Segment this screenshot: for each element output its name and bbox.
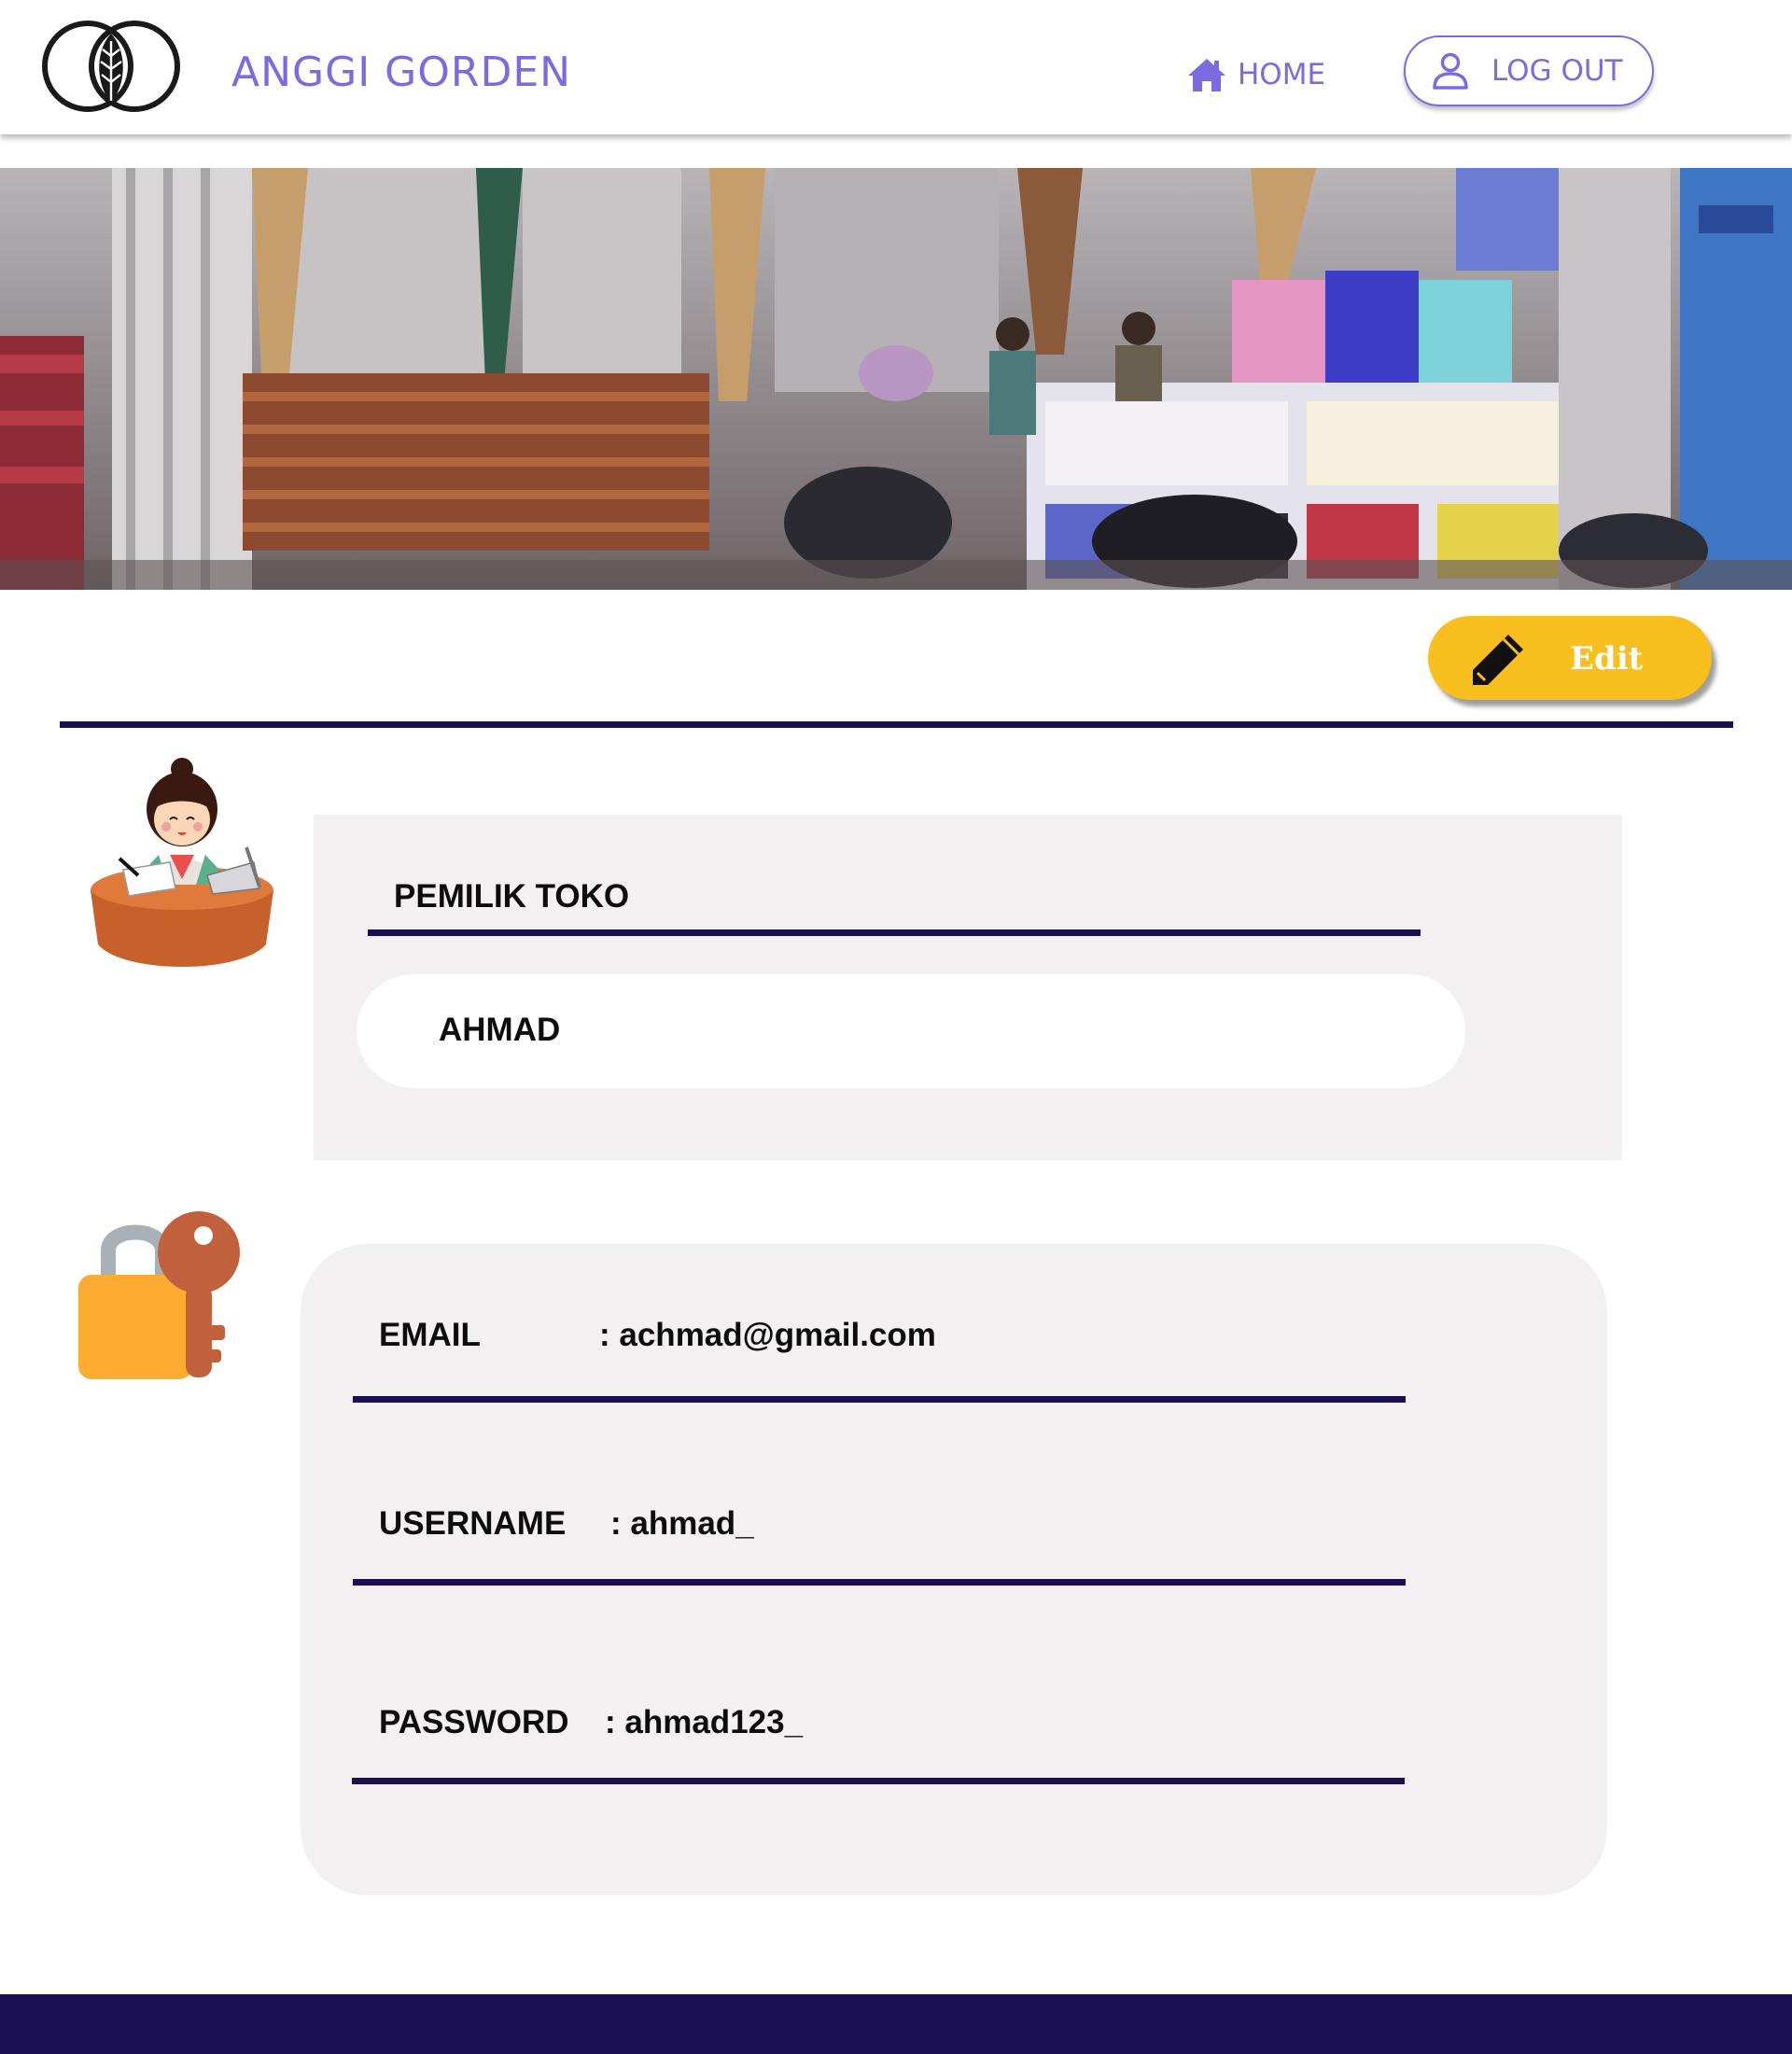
owner-name: AHMAD xyxy=(439,1012,561,1048)
username-value: : ahmad_ xyxy=(610,1505,754,1542)
password-label: PASSWORD xyxy=(379,1704,569,1740)
logout-button[interactable]: LOG OUT xyxy=(1404,35,1654,106)
footer-bar xyxy=(0,1994,1792,2054)
user-icon xyxy=(1433,52,1468,90)
username-label: USERNAME xyxy=(379,1505,567,1542)
lock-key-icon xyxy=(78,1211,240,1379)
owner-section-title: PEMILIK TOKO xyxy=(394,878,630,915)
section-divider xyxy=(60,721,1733,728)
brand-name[interactable]: ANGGI GORDEN xyxy=(231,49,571,96)
home-link[interactable]: HOME xyxy=(1185,54,1325,95)
owner-title-underline xyxy=(368,929,1421,936)
username-underline xyxy=(353,1579,1406,1586)
logout-label: LOG OUT xyxy=(1491,54,1623,88)
owner-name-field: AHMAD xyxy=(357,974,1465,1088)
password-underline xyxy=(352,1778,1405,1784)
home-label: HOME xyxy=(1238,58,1326,91)
email-value: : achmad@gmail.com xyxy=(599,1317,936,1353)
brand-logo-icon[interactable] xyxy=(41,19,181,114)
owner-card: PEMILIK TOKO AHMAD xyxy=(314,815,1622,1160)
email-label: EMAIL xyxy=(379,1317,481,1353)
top-navbar: ANGGI GORDEN HOME LOG OUT xyxy=(0,0,1792,134)
home-icon xyxy=(1188,59,1225,91)
shop-owner-avatar-icon xyxy=(91,758,273,967)
shop-banner-image xyxy=(0,168,1792,590)
edit-button[interactable]: Edit xyxy=(1428,616,1712,700)
password-value: : ahmad123_ xyxy=(605,1704,804,1740)
pencil-icon xyxy=(1473,635,1523,685)
edit-label: Edit xyxy=(1570,640,1644,678)
email-underline xyxy=(353,1396,1406,1403)
account-card: EMAIL : achmad@gmail.com USERNAME : ahma… xyxy=(301,1244,1607,1895)
